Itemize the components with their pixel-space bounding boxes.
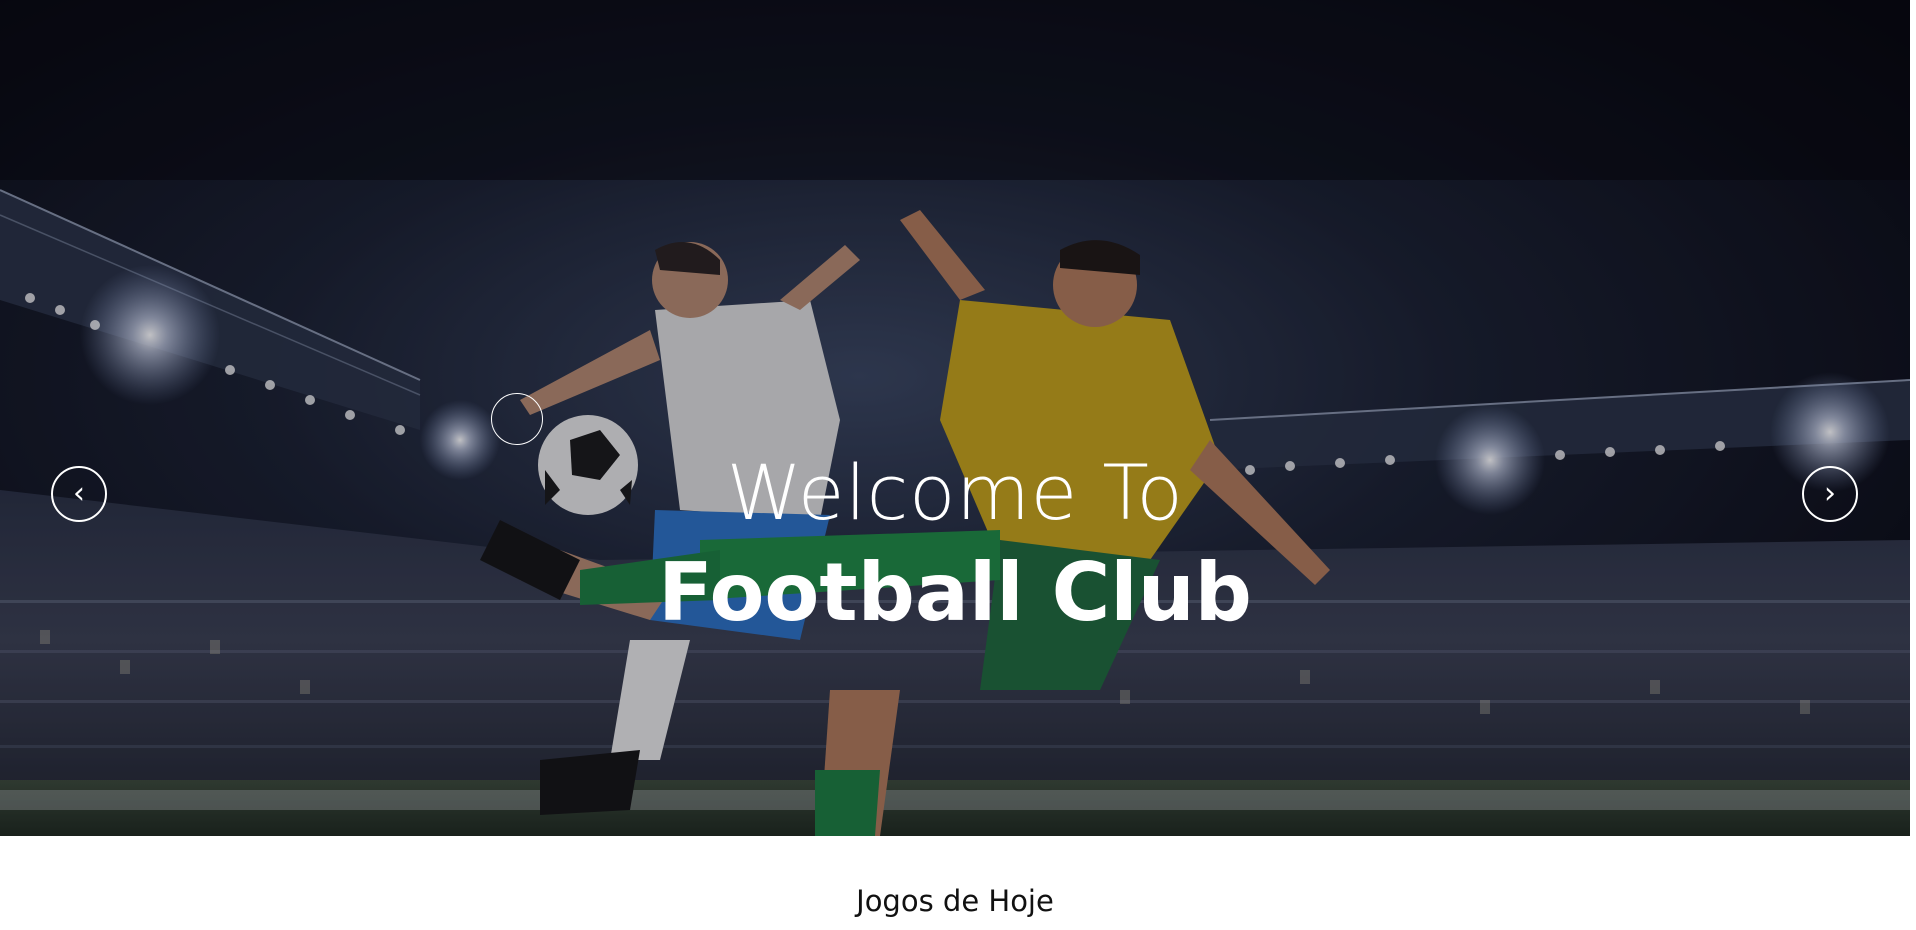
page: Welcome To Football Club ‹ › Jogos de Ho… [0,0,1916,930]
hero-overlay [0,0,1910,836]
cursor-ring [491,393,543,445]
section-title: Jogos de Hoje [856,884,1054,918]
hero-title-line1: Welcome To [726,448,1184,537]
scrollbar[interactable] [1910,338,1916,836]
chevron-right-icon: › [1824,476,1836,511]
hero-carousel [0,0,1910,836]
carousel-prev-button[interactable]: ‹ [51,466,107,522]
chevron-left-icon: ‹ [73,476,85,511]
hero-title-line2: Football Club [658,546,1252,639]
carousel-next-button[interactable]: › [1802,466,1858,522]
